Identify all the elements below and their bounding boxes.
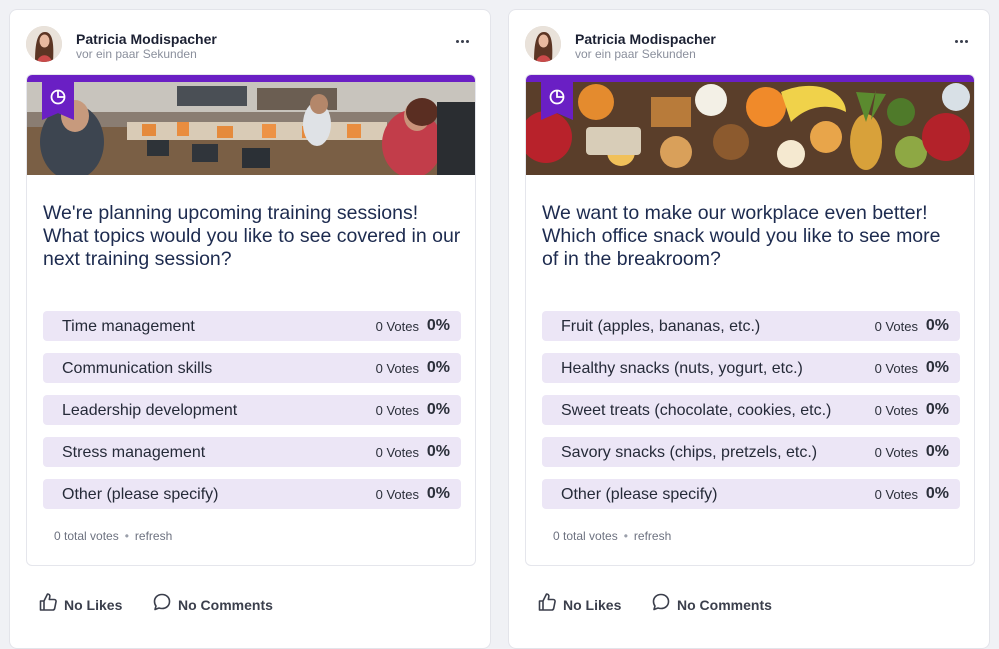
post-reactions: No Likes No Comments: [537, 592, 967, 614]
like-button[interactable]: No Likes: [537, 592, 621, 617]
poll-option-votes: 0 Votes: [375, 445, 419, 460]
poll-option-votes: 0 Votes: [874, 487, 918, 502]
poll-option-percent: 0%: [925, 359, 949, 376]
poll-option-label: Other (please specify): [62, 486, 219, 503]
likes-count: No Likes: [563, 596, 622, 613]
poll-option-percent: 0%: [426, 485, 450, 502]
poll-option[interactable]: Healthy snacks (nuts, yogurt, etc.) 0 Vo…: [542, 353, 960, 383]
more-options-icon[interactable]: [450, 32, 474, 50]
comment-button[interactable]: No Comments: [152, 592, 273, 617]
comments-count: No Comments: [677, 596, 772, 613]
total-votes: 0 total votes: [553, 529, 618, 543]
poll-option-votes: 0 Votes: [874, 403, 918, 418]
more-options-icon[interactable]: [949, 32, 973, 50]
poll-card: We want to make our workplace even bette…: [525, 74, 975, 566]
thumbs-up-icon: [38, 592, 58, 617]
like-button[interactable]: No Likes: [38, 592, 122, 617]
poll-footer: 0 total votes • refresh: [54, 529, 172, 543]
separator-dot: •: [124, 529, 129, 543]
poll-option-label: Time management: [62, 318, 195, 335]
poll-option[interactable]: Other (please specify) 0 Votes 0%: [43, 479, 461, 509]
post-header: Patricia Modispacher vor ein paar Sekund…: [26, 26, 474, 66]
poll-option[interactable]: Sweet treats (chocolate, cookies, etc.) …: [542, 395, 960, 425]
post-timestamp: vor ein paar Sekunden: [76, 47, 197, 61]
poll-option-label: Savory snacks (chips, pretzels, etc.): [561, 444, 818, 461]
comment-bubble-icon: [651, 592, 671, 617]
poll-option[interactable]: Stress management 0 Votes 0%: [43, 437, 461, 467]
refresh-link[interactable]: refresh: [634, 529, 671, 543]
poll-option[interactable]: Time management 0 Votes 0%: [43, 311, 461, 341]
poll-footer: 0 total votes • refresh: [553, 529, 671, 543]
poll-option-percent: 0%: [925, 401, 949, 418]
author-avatar[interactable]: [26, 26, 62, 62]
poll-option-percent: 0%: [925, 443, 949, 460]
poll-question: We want to make our workplace even bette…: [542, 202, 941, 270]
author-avatar[interactable]: [525, 26, 561, 62]
poll-option-votes: 0 Votes: [375, 487, 419, 502]
post-reactions: No Likes No Comments: [38, 592, 468, 614]
poll-option-votes: 0 Votes: [375, 319, 419, 334]
poll-option-label: Other (please specify): [561, 486, 718, 503]
separator-dot: •: [623, 529, 628, 543]
comments-count: No Comments: [178, 596, 273, 613]
poll-option-votes: 0 Votes: [375, 361, 419, 376]
poll-option-votes: 0 Votes: [874, 445, 918, 460]
poll-option-label: Fruit (apples, bananas, etc.): [561, 318, 761, 335]
poll-option-percent: 0%: [426, 401, 450, 418]
total-votes: 0 total votes: [54, 529, 119, 543]
poll-option-percent: 0%: [925, 317, 949, 334]
poll-banner-image: [27, 82, 475, 175]
poll-option-votes: 0 Votes: [375, 403, 419, 418]
poll-option-label: Communication skills: [62, 360, 213, 377]
poll-option-label: Healthy snacks (nuts, yogurt, etc.): [561, 360, 803, 377]
poll-option-percent: 0%: [426, 443, 450, 460]
poll-options: Time management 0 Votes 0% Communication…: [43, 311, 461, 521]
poll-option[interactable]: Savory snacks (chips, pretzels, etc.) 0 …: [542, 437, 960, 467]
poll-option-percent: 0%: [426, 317, 450, 334]
poll-options: Fruit (apples, bananas, etc.) 0 Votes 0%…: [542, 311, 960, 521]
post-header: Patricia Modispacher vor ein paar Sekund…: [525, 26, 973, 66]
author-name[interactable]: Patricia Modispacher: [575, 31, 716, 47]
post-timestamp: vor ein paar Sekunden: [575, 47, 696, 61]
poll-option-percent: 0%: [426, 359, 450, 376]
poll-accent-bar: [526, 75, 974, 82]
poll-card: We're planning upcoming training session…: [26, 74, 476, 566]
post-card: Patricia Modispacher vor ein paar Sekund…: [9, 9, 491, 649]
refresh-link[interactable]: refresh: [135, 529, 172, 543]
poll-option-label: Sweet treats (chocolate, cookies, etc.): [561, 402, 832, 419]
poll-accent-bar: [27, 75, 475, 82]
poll-option[interactable]: Leadership development 0 Votes 0%: [43, 395, 461, 425]
poll-option-percent: 0%: [925, 485, 949, 502]
poll-option[interactable]: Fruit (apples, bananas, etc.) 0 Votes 0%: [542, 311, 960, 341]
thumbs-up-icon: [537, 592, 557, 617]
poll-option-votes: 0 Votes: [874, 361, 918, 376]
comment-button[interactable]: No Comments: [651, 592, 772, 617]
poll-question: We're planning upcoming training session…: [43, 202, 461, 270]
likes-count: No Likes: [64, 596, 123, 613]
post-card: Patricia Modispacher vor ein paar Sekund…: [508, 9, 990, 649]
poll-option[interactable]: Other (please specify) 0 Votes 0%: [542, 479, 960, 509]
poll-option-label: Leadership development: [62, 402, 238, 419]
poll-option[interactable]: Communication skills 0 Votes 0%: [43, 353, 461, 383]
poll-option-votes: 0 Votes: [874, 319, 918, 334]
poll-banner-image: [526, 82, 974, 175]
feed: Patricia Modispacher vor ein paar Sekund…: [0, 0, 999, 649]
poll-option-label: Stress management: [62, 444, 206, 461]
author-name[interactable]: Patricia Modispacher: [76, 31, 217, 47]
comment-bubble-icon: [152, 592, 172, 617]
